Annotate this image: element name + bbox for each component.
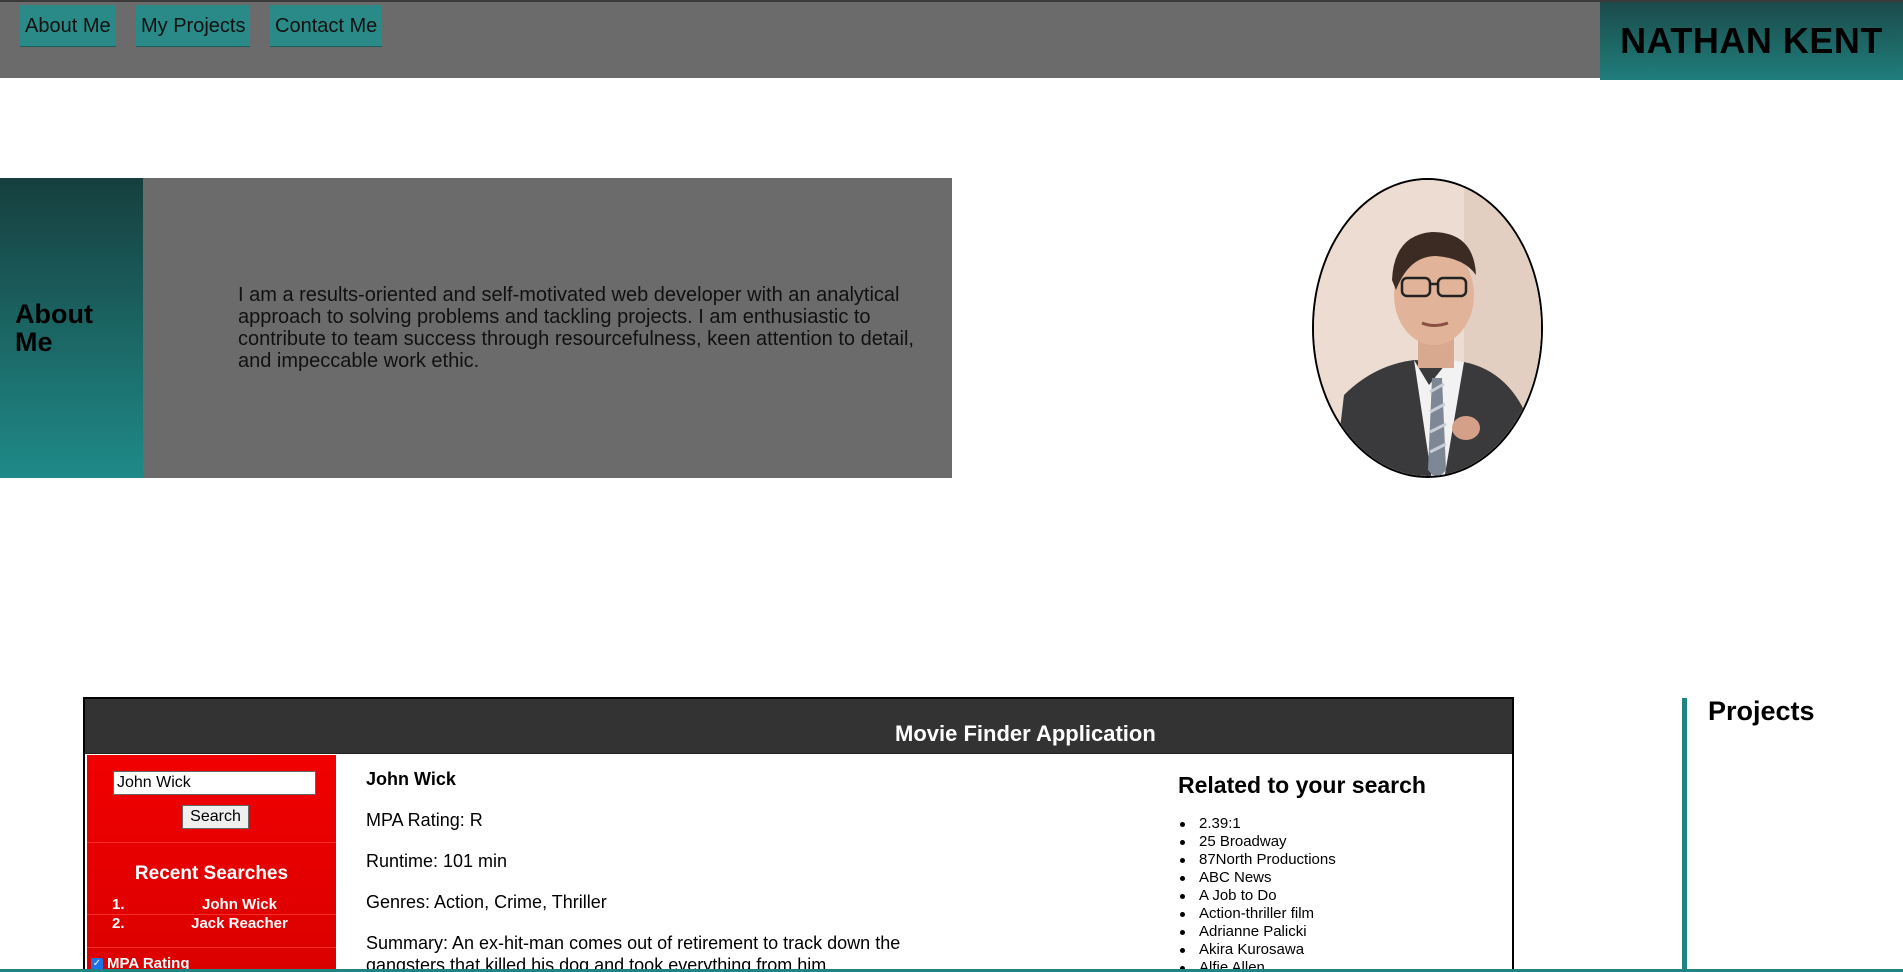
related-list: 2.39:1 25 Broadway 87North Productions A… (1178, 815, 1498, 972)
related-title: Related to your search (1178, 772, 1426, 798)
recent-search-number: 2. (112, 915, 125, 932)
related-item[interactable]: 2.39:1 (1178, 815, 1498, 833)
movie-search-input[interactable] (113, 771, 316, 795)
recent-search-number: 1. (112, 896, 125, 913)
recent-search-name[interactable]: John Wick (157, 896, 322, 913)
recent-searches-title: Recent Searches (134, 863, 289, 884)
app-header: Movie Finder Application (85, 699, 1512, 754)
movie-title: John Wick (366, 769, 456, 789)
movie-summary: Summary: An ex-hit-man comes out of reti… (366, 933, 901, 972)
mpa-rating-checkbox[interactable]: ✓ (91, 957, 103, 970)
profile-photo-illustration (1314, 180, 1541, 476)
related-item[interactable]: Action-thriller film (1178, 905, 1498, 923)
recent-search-name[interactable]: Jack Reacher (157, 915, 322, 932)
brand-name: NATHAN KENT (1620, 20, 1883, 61)
related-item[interactable]: A Job to Do (1178, 887, 1498, 905)
about-description: I am a results-oriented and self-motivat… (238, 284, 914, 372)
sidebar-divider (87, 947, 336, 948)
brand-block: NATHAN KENT (1600, 2, 1903, 80)
projects-accent-bar (1682, 698, 1687, 972)
movie-runtime: Runtime: 101 min (366, 851, 508, 871)
projects-heading: Projects (1708, 696, 1815, 726)
movie-details: John Wick MPA Rating: R Runtime: 101 min… (366, 769, 966, 972)
related-panel: Related to your search 2.39:1 25 Broadwa… (1178, 772, 1498, 972)
about-section-title: About Me (15, 299, 93, 357)
related-item[interactable]: Adrianne Palicki (1178, 923, 1498, 941)
sidebar-divider (87, 842, 336, 843)
app-sidebar: Search Recent Searches 1. John Wick 2. J… (87, 755, 336, 972)
nav-my-projects-link[interactable]: My Projects (136, 5, 251, 47)
about-section-tab: About Me (0, 178, 143, 478)
related-item[interactable]: 87North Productions (1178, 851, 1498, 869)
about-section-body: I am a results-oriented and self-motivat… (143, 178, 952, 478)
nav-contact-me-link[interactable]: Contact Me (270, 5, 383, 47)
movie-genres: Genres: Action, Crime, Thriller (366, 892, 607, 912)
recent-search-item[interactable]: 1. John Wick (87, 896, 336, 915)
top-navbar: About Me My Projects Contact Me NATHAN K… (0, 0, 1903, 80)
related-item[interactable]: Akira Kurosawa (1178, 941, 1498, 959)
related-item[interactable]: ABC News (1178, 869, 1498, 887)
movie-rating: MPA Rating: R (366, 810, 483, 830)
app-title: Movie Finder Application (895, 721, 1156, 746)
profile-photo (1312, 178, 1543, 478)
related-item[interactable]: 25 Broadway (1178, 833, 1498, 851)
recent-search-item[interactable]: 2. Jack Reacher (87, 915, 336, 934)
search-button[interactable]: Search (182, 805, 249, 829)
nav-about-me-link[interactable]: About Me (20, 5, 116, 47)
portfolio-page: About Me My Projects Contact Me NATHAN K… (0, 0, 1903, 972)
movie-finder-app: Movie Finder Application Search Recent S… (83, 697, 1514, 972)
